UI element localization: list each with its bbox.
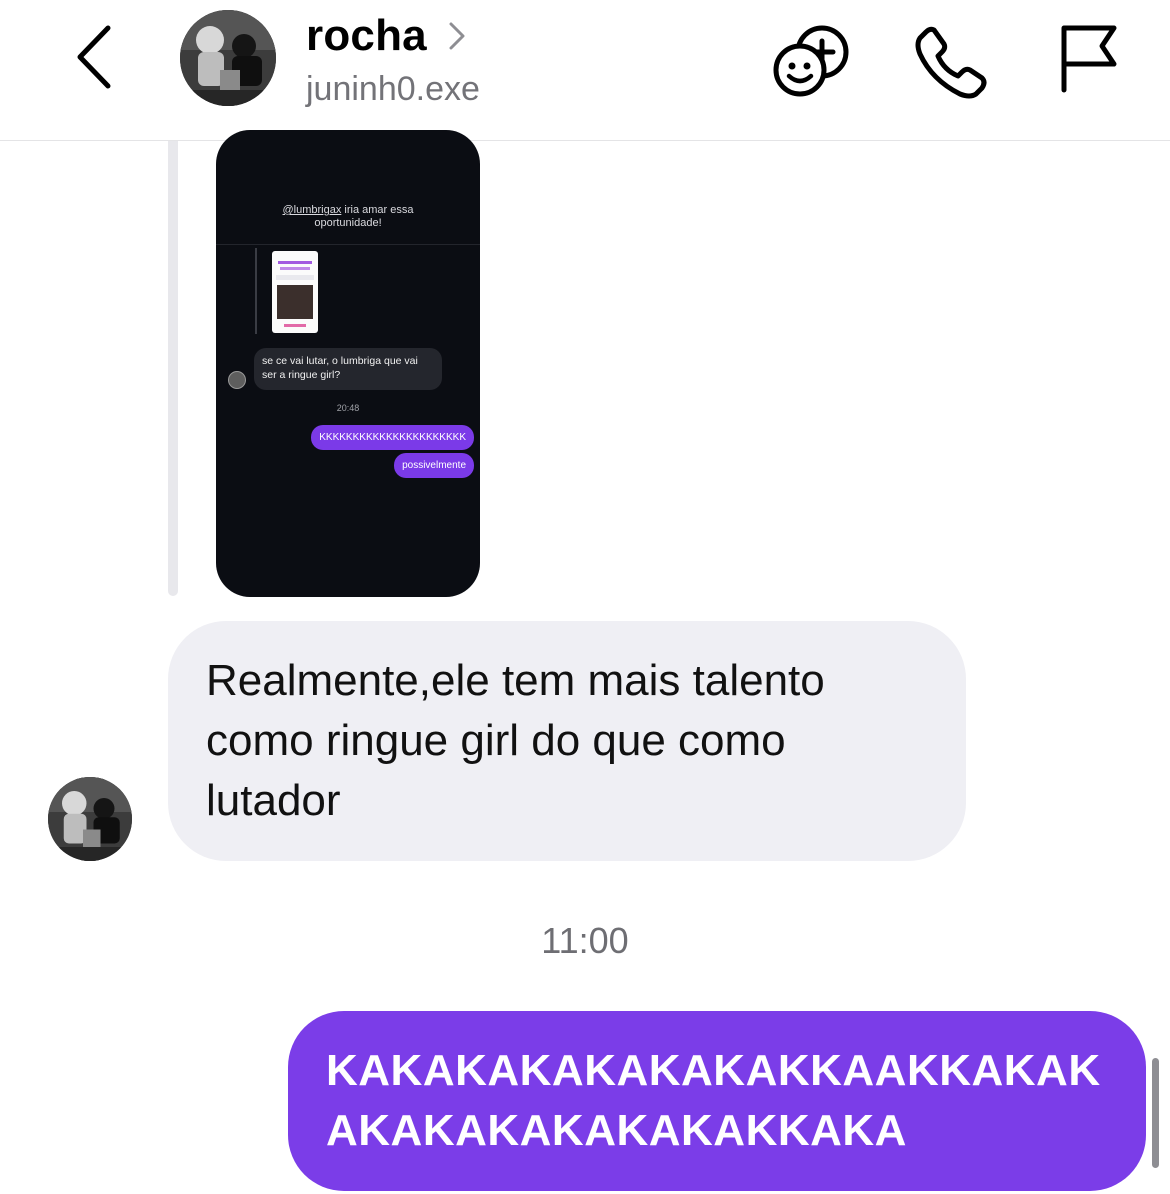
call-button[interactable] (912, 22, 992, 102)
contact-title[interactable]: rocha juninh0.exe (306, 8, 480, 109)
screenshot-outgoing-bubble: KKKKKKKKKKKKKKKKKKKKKK (311, 425, 474, 450)
phone-icon (915, 26, 987, 99)
shared-screenshot[interactable]: @lumbrigax iria amar essa oportunidade! … (216, 130, 480, 597)
screenshot-nested-post (272, 251, 318, 333)
sender-avatar[interactable] (48, 777, 132, 861)
add-effect-button[interactable] (772, 22, 852, 102)
screenshot-timestamp: 20:48 (336, 403, 360, 413)
back-button[interactable] (64, 22, 124, 92)
screenshot-avatar (228, 371, 246, 389)
add-effect-icon (773, 25, 849, 97)
message-timestamp: 11:00 (541, 920, 629, 961)
outgoing-message-bubble[interactable]: KAKAKAKAKAKAKAKKAAKKAKAKAKAKAKAKAKAKAKKA… (288, 1011, 1146, 1191)
screenshot-mention: @lumbrigax (282, 204, 342, 216)
screenshot-reply-line (255, 248, 257, 334)
screenshot-incoming-bubble: se ce vai lutar, o lumbriga que vai ser … (254, 348, 442, 390)
report-button[interactable] (1056, 22, 1136, 102)
flag-icon (1061, 25, 1117, 93)
incoming-message-bubble[interactable]: Realmente,ele tem mais talento como ring… (168, 621, 966, 861)
contact-name-row[interactable]: rocha (306, 8, 480, 64)
screenshot-caption: @lumbrigax iria amar essa oportunidade! (216, 204, 480, 230)
conversation-header: rocha juninh0.exe (0, 0, 1170, 141)
scrollbar[interactable] (1152, 1058, 1159, 1168)
contact-avatar[interactable] (180, 10, 276, 106)
contact-handle: juninh0.exe (306, 70, 480, 108)
screenshot-divider (216, 244, 480, 245)
reply-indicator-bar (168, 141, 178, 596)
back-chevron-icon (77, 25, 111, 89)
chevron-right-icon (449, 22, 465, 50)
screenshot-outgoing-bubble: possivelmente (394, 453, 474, 478)
contact-name: rocha (306, 11, 427, 60)
